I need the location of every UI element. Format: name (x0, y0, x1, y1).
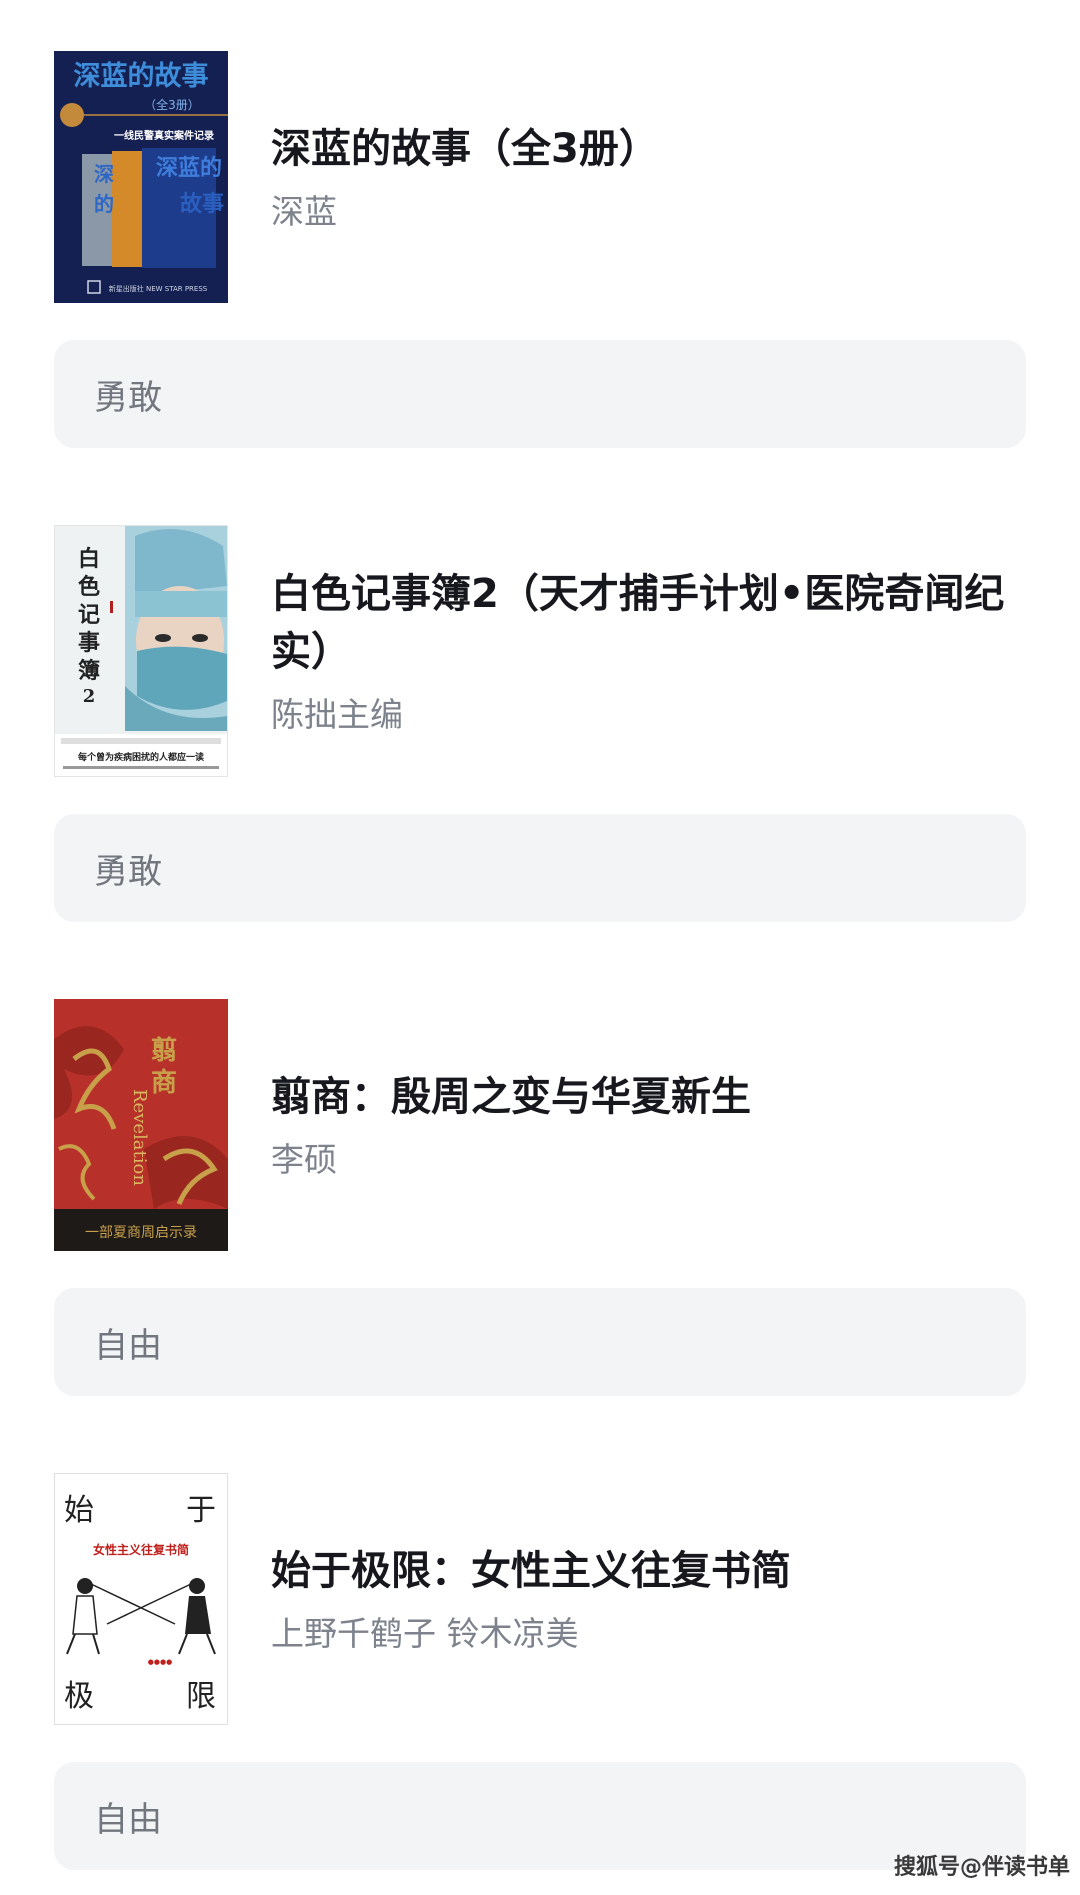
book-title[interactable]: 白色记事簿2（天才捕手计划•医院奇闻纪实） (271, 565, 1026, 681)
book-row[interactable]: 翦 商 Revelation 一部夏商周启示录 翦商：殷周之变与华夏新生 李硕 (54, 999, 1026, 1251)
cover-latin-text: Revelation (129, 1089, 150, 1186)
cover-tagline-text: 每个曾为疾病困扰的人都应一读 (78, 751, 204, 763)
book-title[interactable]: 深蓝的故事（全3册） (271, 120, 1026, 178)
book-title[interactable]: 翦商：殷周之变与华夏新生 (271, 1068, 1026, 1126)
svg-text:2: 2 (83, 686, 96, 707)
cover-tagline-text: 一线民警真实案件记录 (114, 129, 214, 142)
cover-corner-text: 于 (186, 1493, 216, 1528)
book-tag[interactable]: 勇敢 (54, 814, 1026, 922)
book-info: 始于极限：女性主义往复书简 上野千鹤子 铃木凉美 (271, 1473, 1026, 1725)
book-info: 深蓝的故事（全3册） 深蓝 (271, 51, 1026, 303)
book-tag[interactable]: 勇敢 (54, 340, 1026, 448)
book-cover-image[interactable]: 翦 商 Revelation 一部夏商周启示录 (54, 999, 228, 1251)
book-title[interactable]: 始于极限：女性主义往复书简 (271, 1542, 1026, 1600)
cover-corner-text: 极 (64, 1679, 94, 1714)
svg-text:事: 事 (78, 630, 100, 656)
book-tag[interactable]: 自由 (54, 1762, 1026, 1870)
book-row[interactable]: 白 色 记 事 簿 2 每个曾为疾病困扰的人都应一读 白色记事簿2（天才捕手计划… (54, 525, 1026, 777)
svg-text:●●●●: ●●●● (148, 1658, 172, 1666)
book-author: 上野千鹤子 铃木凉美 (271, 1614, 579, 1653)
cover-title-text: 翦 (151, 1035, 177, 1066)
svg-text:商: 商 (151, 1067, 177, 1098)
book-entry[interactable]: 翦 商 Revelation 一部夏商周启示录 翦商：殷周之变与华夏新生 李硕 … (54, 999, 1026, 1396)
watermark-text: 搜狐号@伴读书单 (893, 1855, 1070, 1880)
cover-corner-text: 限 (186, 1679, 216, 1714)
book-row[interactable]: 始 于 极 限 女性主义往复书简 ●●●● 始于极限：女性主义往复书简 上野千鹤… (54, 1473, 1026, 1725)
book-info: 白色记事簿2（天才捕手计划•医院奇闻纪实） 陈拙主编 (271, 525, 1026, 777)
svg-text:的: 的 (94, 192, 114, 216)
book-cover-image[interactable]: 深蓝的故事 （全3册） 一线民警真实案件记录 深 的 深蓝的 故事 新星出版社 … (54, 51, 228, 303)
svg-text:色: 色 (78, 574, 100, 600)
book-tag[interactable]: 自由 (54, 1288, 1026, 1396)
book-author: 深蓝 (271, 192, 337, 231)
svg-text:簿: 簿 (78, 658, 100, 684)
book-row[interactable]: 深蓝的故事 （全3册） 一线民警真实案件记录 深 的 深蓝的 故事 新星出版社 … (54, 51, 1026, 303)
book-entry[interactable]: 始 于 极 限 女性主义往复书简 ●●●● 始于极限：女性主义往复书简 上野千鹤… (54, 1473, 1026, 1870)
book-author: 陈拙主编 (271, 695, 403, 734)
cover-spine-text: 深蓝的 (156, 155, 222, 181)
svg-text:记: 记 (78, 602, 100, 628)
cover-subtitle-text: （全3册） (144, 97, 200, 112)
cover-corner-text: 始 (64, 1493, 94, 1528)
cover-title-text: 白 (78, 546, 100, 572)
book-author: 李硕 (271, 1140, 337, 1179)
book-entry[interactable]: 深蓝的故事 （全3册） 一线民警真实案件记录 深 的 深蓝的 故事 新星出版社 … (54, 51, 1026, 448)
cover-tagline-text: 一部夏商周启示录 (85, 1225, 197, 1241)
book-cover-image[interactable]: 始 于 极 限 女性主义往复书简 ●●●● (54, 1473, 228, 1725)
cover-spine-text-2: 故事 (180, 191, 224, 217)
svg-text:深: 深 (94, 162, 114, 186)
cover-publisher-text: 新星出版社 NEW STAR PRESS (109, 284, 208, 293)
book-info: 翦商：殷周之变与华夏新生 李硕 (271, 999, 1026, 1251)
book-entry[interactable]: 白 色 记 事 簿 2 每个曾为疾病困扰的人都应一读 白色记事簿2（天才捕手计划… (54, 525, 1026, 922)
cover-subtitle-text: 女性主义往复书简 (93, 1542, 189, 1557)
cover-title-text: 深蓝的故事 (74, 60, 209, 92)
book-cover-image[interactable]: 白 色 记 事 簿 2 每个曾为疾病困扰的人都应一读 (54, 525, 228, 777)
book-list-page: 深蓝的故事 （全3册） 一线民警真实案件记录 深 的 深蓝的 故事 新星出版社 … (0, 0, 1080, 1895)
